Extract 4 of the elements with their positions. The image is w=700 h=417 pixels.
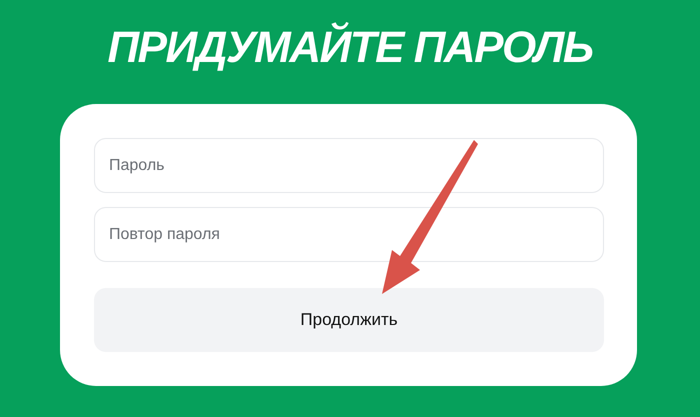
password-field[interactable]: Пароль (94, 138, 604, 193)
password-field[interactable]: Повтор пароля (94, 207, 604, 262)
continue-button[interactable]: Продолжить (94, 288, 604, 352)
page-title: ПРИДУМАЙТЕ ПАРОЛЬ (106, 21, 594, 74)
